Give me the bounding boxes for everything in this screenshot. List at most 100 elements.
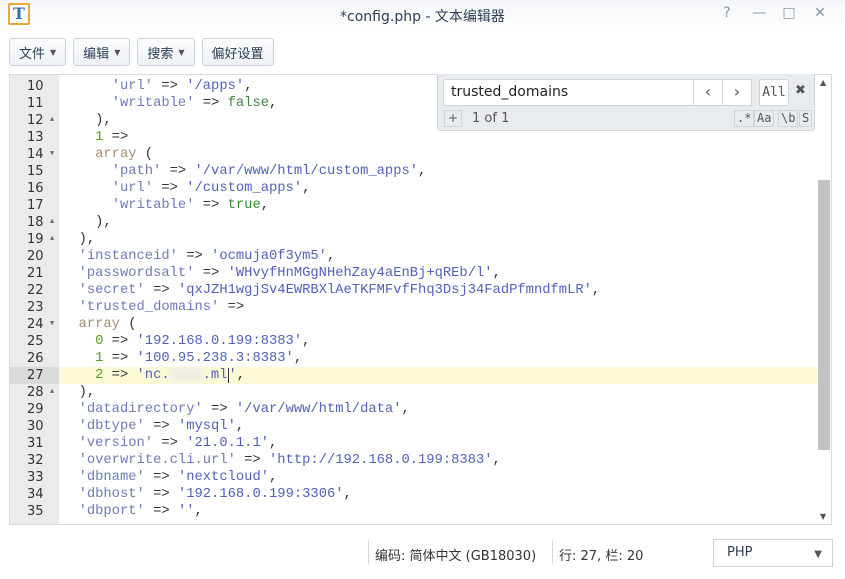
code-token: ( [119,317,137,332]
fold-down-icon[interactable]: ▼ [50,146,54,163]
code-line[interactable]: 19 ▲ ), [10,231,818,248]
code-token: => [153,79,187,94]
fold-up-icon[interactable]: ▲ [50,384,54,401]
caret-down-icon: ▼ [178,47,185,57]
code-token: '/custom_apps' [186,181,303,196]
code-line[interactable]: 28 ▲ ), [10,384,818,401]
code-line[interactable]: 23 'trusted_domains' => [10,299,818,316]
code-token: => [161,75,194,77]
caret-down-icon: ▼ [50,47,57,57]
code-token: => [103,334,137,349]
code-line[interactable]: 33 'dbname' => 'nextcloud', [10,469,818,486]
scroll-down-icon[interactable]: ▼ [820,512,826,521]
code-token: => [219,300,245,315]
line-number: 31 [27,436,44,451]
find-all-button[interactable]: All [759,79,789,106]
code-line[interactable]: 18 ▲ ), [10,214,818,231]
code-token: 'http://192.168.0.199:8383' [269,453,493,468]
code-text: ), [62,384,96,401]
vertical-scrollbar[interactable]: ▲ ▼ [817,75,831,524]
scrollbar-thumb[interactable] [818,180,830,450]
in-selection-toggle[interactable]: S [799,110,813,127]
code-token: , [302,334,311,349]
code-line[interactable]: 34 'dbhost' => '192.168.0.199:3306', [10,486,818,503]
code-line[interactable]: 27 2 => 'nc. .ml', [10,367,818,384]
code-line[interactable]: 32 'overwrite.cli.url' => 'http://192.16… [10,452,818,469]
code-line[interactable]: 22 'secret' => 'qxJZH1wgjSv4EWRBXlAeTKFM… [10,282,818,299]
code-text: ), [62,214,112,231]
code-token: , [244,79,253,94]
code-token: 'WHvyfHnMGgNHehZay4aEnBj+qREb/l' [227,266,493,281]
code-token: '/var/www/html/apps' [195,75,361,77]
toolbar: 文件 ▼ 编辑 ▼ 搜索 ▼ 偏好设置 [9,38,274,66]
whole-word-toggle[interactable]: \b [778,110,799,127]
close-search-icon[interactable]: ✖ [795,83,806,98]
scroll-up-icon[interactable]: ▲ [820,78,826,87]
code-token: , [326,249,336,264]
search-input[interactable]: trusted_domains [443,79,699,106]
code-text: 'writable' => false, [62,95,278,112]
case-sensitive-toggle[interactable]: Aa [754,110,775,127]
fold-up-icon[interactable]: ▲ [50,214,54,231]
toggle-replace-button[interactable]: + [444,110,462,127]
code-token: '21.0.1.1' [186,436,269,451]
search-menu-button[interactable]: 搜索 ▼ [137,38,195,66]
code-text: 'dbhost' => '192.168.0.199:3306', [62,486,352,503]
caret-down-icon: ▼ [814,549,822,560]
code-line[interactable]: 35 'dbport' => '', [10,503,818,520]
code-line[interactable]: 29 'datadirectory' => '/var/www/html/dat… [10,401,818,418]
close-icon[interactable]: ✕ [811,5,829,21]
code-line[interactable]: 13 1 => [10,129,818,146]
fold-down-icon[interactable]: ▼ [50,316,54,333]
code-token: ' [228,368,237,383]
next-match-button[interactable]: › [722,79,752,106]
line-number: 35 [27,504,44,519]
fold-up-icon[interactable]: ▲ [50,112,54,129]
help-icon[interactable]: ? [718,5,736,21]
code-line[interactable]: 25 0 => '192.168.0.199:8383', [10,333,818,350]
code-line[interactable]: 14 ▼ array ( [10,146,818,163]
caret-down-icon: ▼ [114,47,121,57]
code-line[interactable]: 16 'url' => '/custom_apps', [10,180,818,197]
code-token: 'url' [111,181,154,196]
maximize-icon[interactable]: □ [780,5,798,21]
code-token: 'mysql' [177,419,236,434]
code-line[interactable]: 31 'version' => '21.0.1.1', [10,435,818,452]
file-menu-button[interactable]: 文件 ▼ [9,38,67,66]
code-line[interactable]: 24 ▼ array ( [10,316,818,333]
code-token: array [95,147,137,162]
search-label: 搜索 [147,46,174,62]
code-token: => [103,130,129,145]
code-text: 'dbport' => '', [62,503,203,520]
code-token: ), [95,113,112,128]
divider [552,540,553,564]
regex-toggle[interactable]: .* [734,110,755,127]
code-line[interactable]: 17 'writable' => true, [10,197,818,214]
code-line[interactable]: 30 'dbtype' => 'mysql', [10,418,818,435]
code-text: 2 => 'nc. .ml', [62,367,245,384]
code-token: 'datadirectory' [78,402,203,417]
code-line[interactable]: 21 'passwordsalt' => 'WHvyfHnMGgNHehZay4… [10,265,818,282]
minimize-icon[interactable]: — [750,5,768,21]
code-line[interactable]: 20 'instanceid' => 'ocmuja0f3ym5', [10,248,818,265]
encoding-status[interactable]: 编码: 简体中文 (GB18030) [375,545,536,564]
edit-menu-button[interactable]: 编辑 ▼ [73,38,131,66]
language-select[interactable]: PHP ▼ [713,539,833,567]
code-token: => [161,164,195,179]
code-text: 'url' => '/apps', [62,78,253,95]
preferences-button[interactable]: 偏好设置 [201,38,274,66]
fold-up-icon[interactable]: ▲ [50,231,54,248]
code-line[interactable]: 15 'path' => '/var/www/html/custom_apps'… [10,163,818,180]
divider [368,540,369,564]
previous-match-button[interactable]: ‹ [693,79,723,106]
line-number: 30 [27,419,44,434]
code-text: array ( [62,146,153,163]
code-line[interactable]: 26 1 => '100.95.238.3:8383', [10,350,818,367]
code-editor[interactable]: 9 'path' => '/var/www/html/apps',10 'url… [9,74,832,525]
line-number: 15 [27,164,44,179]
code-token: 'qxJZH1wgjSv4EWRBXlAeTKFMFvfFhq3Dsj34Fad… [177,283,592,298]
